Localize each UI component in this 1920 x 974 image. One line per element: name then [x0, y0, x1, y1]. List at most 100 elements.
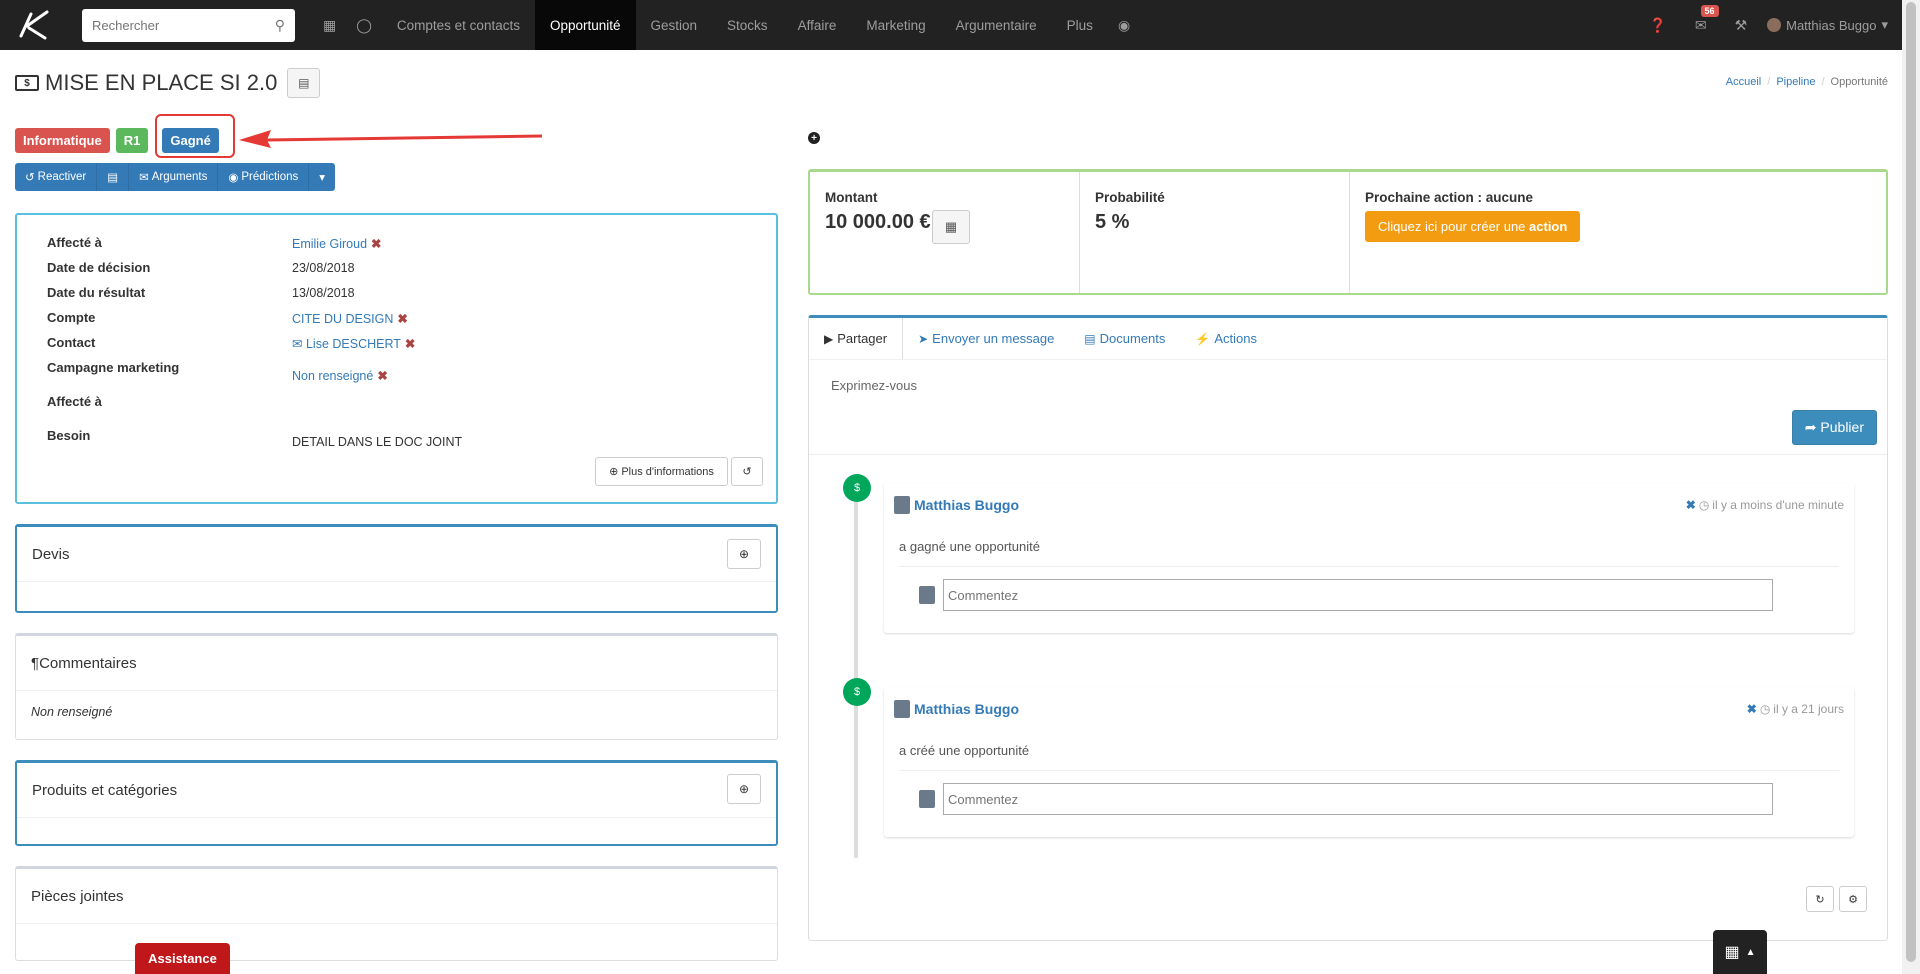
settings-button[interactable]: ⚙ — [1839, 886, 1867, 912]
search-box: ⚲ — [82, 8, 295, 42]
stage-label: R1 — [115, 128, 149, 153]
result-date-key: Date du résultat — [47, 285, 146, 300]
remove-icon[interactable]: ✖ — [397, 312, 407, 326]
calendar-widget-button[interactable]: ▦ ▲ — [1713, 930, 1767, 974]
activity-feed: ▶ Partager ➤ Envoyer un message ▤ Documents… — [808, 315, 1888, 941]
money-icon: $ — [15, 75, 39, 91]
comment-input[interactable] — [943, 579, 1773, 611]
probability-value: 5 % — [1095, 211, 1130, 233]
breadcrumb-pipeline[interactable]: Pipeline — [1776, 76, 1815, 88]
help-icon[interactable]: ❓ — [1635, 17, 1680, 34]
nav-stocks[interactable]: Stocks — [712, 0, 783, 50]
page-scrollbar[interactable] — [1902, 0, 1920, 974]
assigned-key: Affecté à — [47, 235, 102, 250]
predictions-button[interactable]: ◉ Prédictions — [218, 163, 310, 191]
opportunity-info-panel: Affecté à Emilie Giroud ✖ Date de décisio… — [15, 213, 778, 504]
page-title: MISE EN PLACE SI 2.0 — [45, 70, 278, 95]
document-button[interactable]: ▤ — [97, 163, 130, 191]
breadcrumb: Accueil / Pipeline / Opportunité — [1725, 76, 1888, 88]
archive-button[interactable]: ▤ — [287, 68, 321, 98]
refresh-icon: ↻ — [1815, 893, 1825, 906]
dashboard-icon[interactable]: ◉ — [1108, 0, 1140, 50]
avatar — [919, 586, 935, 604]
wrench-icon[interactable]: ⚒ — [1721, 17, 1762, 34]
calendar-icon: ▦ — [944, 219, 958, 234]
publish-button[interactable]: ➦ Publier — [1791, 410, 1877, 445]
remove-icon[interactable]: ✖ — [377, 369, 387, 383]
account-key: Compte — [47, 310, 96, 325]
create-action-button[interactable]: Cliquez ici pour créer une action — [1365, 211, 1581, 242]
opportunity-stats: Montant 10 000.00 € ▦ Probabilité 5 % Pr… — [808, 169, 1888, 295]
add-widget-icon[interactable]: + — [808, 132, 820, 144]
reactivate-button[interactable]: ↺ Reactiver — [15, 163, 98, 191]
more-dropdown-button[interactable]: ▾ — [309, 163, 336, 191]
nav-marketing[interactable]: Marketing — [851, 0, 940, 50]
plus-circle-icon: ⊕ — [609, 466, 619, 478]
delete-icon[interactable]: ✖ — [1686, 498, 1696, 512]
contact-link[interactable]: Lise DESCHERT — [306, 337, 401, 351]
nav-opportunity[interactable]: Opportunité — [534, 0, 636, 50]
decision-date-key: Date de décision — [47, 260, 151, 275]
tab-share[interactable]: ▶ Partager — [809, 318, 904, 359]
contact-key: Contact — [47, 335, 96, 350]
decision-date-value: 23/08/2018 — [292, 261, 355, 275]
probability-label: Probabilité — [1095, 190, 1165, 205]
clock-icon: ◷ — [1698, 498, 1710, 512]
comment-input[interactable] — [943, 783, 1773, 815]
nav-argumentation[interactable]: Argumentaire — [941, 0, 1052, 50]
arguments-button[interactable]: ✉ Arguments — [129, 163, 219, 191]
more-info-button[interactable]: ⊕ Plus d'informations — [595, 457, 728, 486]
lightbulb-icon[interactable]: ◯ — [346, 0, 382, 50]
timeline-line — [854, 488, 858, 858]
calendar-icon[interactable]: ▦ — [313, 0, 346, 50]
author-link[interactable]: Matthias Buggo — [914, 701, 1019, 717]
tab-send-message[interactable]: ➤ Envoyer un message — [903, 318, 1069, 359]
add-product-button[interactable]: ⊕ — [727, 774, 761, 804]
nav-accounts-contacts[interactable]: Comptes et contacts — [382, 0, 535, 50]
avatar — [894, 496, 910, 514]
quotes-box: Devis ⊕ — [15, 524, 778, 613]
share-icon: ➦ — [1804, 419, 1817, 435]
tab-actions[interactable]: ⚡ Actions — [1180, 318, 1272, 359]
remove-icon[interactable]: ✖ — [405, 337, 415, 351]
app-logo[interactable] — [0, 0, 70, 50]
result-date-value: 13/08/2018 — [292, 286, 355, 300]
need-value: DETAIL DANS LE DOC JOINT — [292, 435, 463, 449]
annotation-highlight-box — [155, 114, 235, 158]
author-link[interactable]: Matthias Buggo — [914, 497, 1019, 513]
assistance-button[interactable]: Assistance — [135, 943, 230, 974]
gear-icon: ⚙ — [1848, 893, 1858, 906]
nav-business[interactable]: Affaire — [783, 0, 852, 50]
user-name: Matthias Buggo — [1786, 17, 1877, 33]
breadcrumb-home[interactable]: Accueil — [1726, 76, 1761, 88]
caret-down-icon: ▾ — [1881, 17, 1888, 32]
money-icon: $ — [843, 474, 871, 502]
delete-icon[interactable]: ✖ — [1747, 702, 1757, 716]
amount-label: Montant — [825, 190, 878, 205]
user-menu[interactable]: Matthias Buggo ▾ — [1761, 17, 1888, 33]
comments-icon: ✉ — [139, 172, 149, 184]
account-link[interactable]: CITE DU DESIGN — [292, 312, 393, 326]
next-action-label: Prochaine action : aucune — [1365, 190, 1534, 205]
money-icon: $ — [843, 678, 871, 706]
nav-more[interactable]: Plus — [1052, 0, 1108, 50]
timestamp: il y a moins d'une minute — [1712, 498, 1844, 512]
remove-icon[interactable]: ✖ — [371, 237, 381, 251]
history-button[interactable]: ↺ — [731, 457, 763, 486]
notification-badge: 56 — [1700, 4, 1719, 17]
share-input[interactable]: Exprimez-vous — [831, 378, 917, 393]
tab-documents[interactable]: ▤ Documents — [1069, 318, 1180, 359]
comments-box: ¶ Commentaires Non renseigné — [15, 633, 778, 740]
plus-circle-icon: ⊕ — [738, 782, 750, 796]
eye-icon: ◉ — [228, 172, 239, 184]
search-icon[interactable]: ⚲ — [275, 17, 285, 34]
add-quote-button[interactable]: ⊕ — [727, 539, 761, 569]
nav-management[interactable]: Gestion — [636, 0, 713, 50]
refresh-button[interactable]: ↻ — [1806, 886, 1834, 912]
search-input[interactable] — [92, 17, 275, 33]
assigned-link[interactable]: Emilie Giroud — [292, 237, 367, 251]
bell-icon[interactable]: ✉ 56 — [1681, 4, 1721, 34]
campaign-link[interactable]: Non renseigné — [292, 369, 373, 383]
calendar-button[interactable]: ▦ — [932, 210, 970, 244]
campaign-key: Campagne marketing — [47, 360, 180, 375]
